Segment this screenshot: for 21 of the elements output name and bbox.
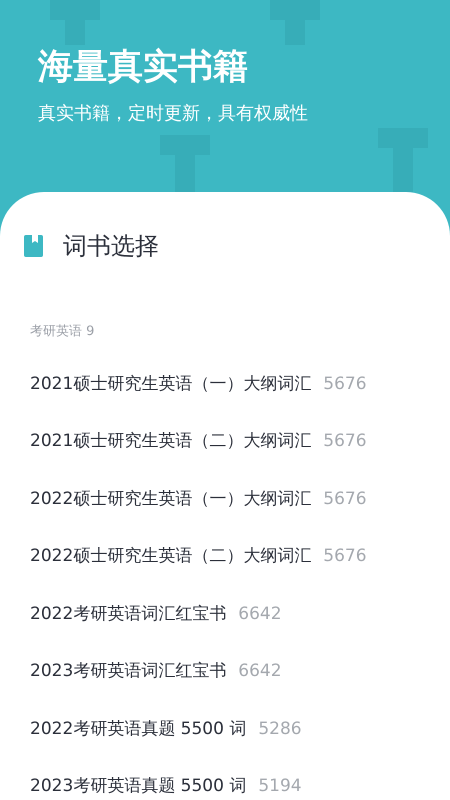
word-count: 5286	[258, 718, 302, 740]
word-count: 5194	[258, 775, 302, 798]
book-title[interactable]: 2022考研英语真题 5500 词	[30, 716, 246, 742]
bookmark-icon	[24, 235, 43, 257]
word-count: 6642	[238, 602, 282, 626]
banner-subtitle: 真实书籍，定时更新，具有权威性	[38, 102, 309, 126]
word-count: 5676	[323, 430, 367, 453]
book-title[interactable]: 2022硕士研究生英语（二）大纲词汇	[30, 544, 312, 570]
word-count: 6642	[238, 660, 282, 683]
book-title[interactable]: 2022考研英语词汇红宝书	[30, 602, 226, 627]
category-label: 考研英语 9	[30, 323, 96, 341]
book-title[interactable]: 2023考研英语词汇红宝书	[30, 659, 226, 684]
word-count: 5676	[323, 372, 367, 396]
banner-title: 海量真实书籍	[38, 46, 249, 88]
section-title: 词书选择	[63, 231, 159, 262]
word-count: 5676	[323, 488, 367, 510]
book-title[interactable]: 2022硕士研究生英语（一）大纲词汇	[30, 486, 312, 512]
book-title[interactable]: 2021硕士研究生英语（一）大纲词汇	[30, 372, 312, 397]
word-count: 5676	[323, 545, 367, 568]
book-title[interactable]: 2023考研英语真题 5500 词	[30, 774, 246, 800]
book-title[interactable]: 2021硕士研究生英语（二）大纲词汇	[30, 429, 312, 454]
